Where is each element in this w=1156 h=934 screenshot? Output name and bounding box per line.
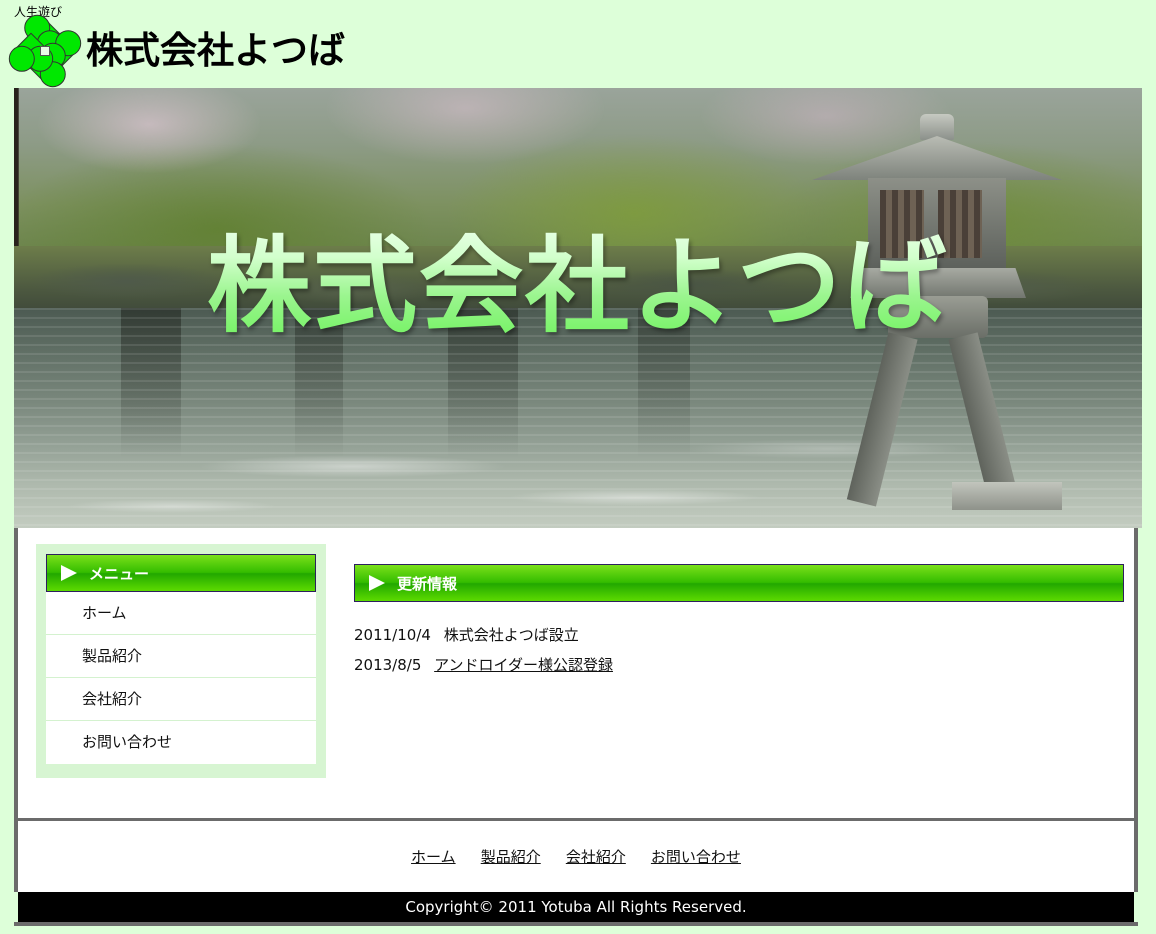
footer-nav: ホーム 製品紹介 会社紹介 お問い合わせ xyxy=(401,846,751,867)
site-header: 人生遊び 株式会社よつば xyxy=(0,0,1156,88)
footer-bottom-border xyxy=(14,922,1138,926)
news-item: 2011/10/4 株式会社よつば設立 xyxy=(354,620,1124,650)
news-section: 更新情報 2011/10/4 株式会社よつば設立 2013/8/5 アンドロイダ… xyxy=(354,564,1124,680)
play-arrow-icon xyxy=(369,575,385,591)
lantern-leg-left xyxy=(847,332,918,506)
footer-link-contact[interactable]: お問い合わせ xyxy=(651,848,741,866)
hero-title: 株式会社よつば xyxy=(14,226,1142,346)
footer-link-home[interactable]: ホーム xyxy=(411,848,456,866)
four-leaf-clover-icon xyxy=(14,22,76,80)
news-date: 2011/10/4 xyxy=(354,626,431,644)
news-heading-label: 更新情報 xyxy=(397,573,457,594)
sidebar-heading-label: メニュー xyxy=(89,563,149,584)
sidebar-item-list: ホーム 製品紹介 会社紹介 お問い合わせ xyxy=(46,592,316,764)
news-text: 株式会社よつば設立 xyxy=(444,626,579,644)
lantern-roof xyxy=(812,136,1062,180)
news-date: 2013/8/5 xyxy=(354,656,421,674)
lantern-base-stone xyxy=(952,482,1062,510)
hero-banner: 株式会社よつば xyxy=(14,88,1142,528)
clover-core xyxy=(40,46,50,56)
brand[interactable]: 株式会社よつば xyxy=(14,22,345,80)
sidebar-item-products[interactable]: 製品紹介 xyxy=(46,635,316,678)
news-item: 2013/8/5 アンドロイダー様公認登録 xyxy=(354,650,1124,680)
sidebar-heading: メニュー xyxy=(46,554,316,592)
news-heading: 更新情報 xyxy=(354,564,1124,602)
main-content: メニュー ホーム 製品紹介 会社紹介 お問い合わせ 更新情報 2011/10/4… xyxy=(14,528,1138,818)
news-list: 2011/10/4 株式会社よつば設立 2013/8/5 アンドロイダー様公認登… xyxy=(354,620,1124,680)
lantern-leg-right xyxy=(948,332,1019,506)
news-link[interactable]: アンドロイダー様公認登録 xyxy=(434,656,613,674)
footer-link-company[interactable]: 会社紹介 xyxy=(566,848,626,866)
sidebar-menu: メニュー ホーム 製品紹介 会社紹介 お問い合わせ xyxy=(36,544,326,778)
sidebar-item-contact[interactable]: お問い合わせ xyxy=(46,721,316,764)
play-arrow-icon xyxy=(61,565,77,581)
footer: ホーム 製品紹介 会社紹介 お問い合わせ xyxy=(14,818,1138,892)
company-name: 株式会社よつば xyxy=(86,29,345,73)
copyright-bar: Copyright© 2011 Yotuba All Rights Reserv… xyxy=(18,892,1134,922)
footer-link-products[interactable]: 製品紹介 xyxy=(481,848,541,866)
sidebar-item-home[interactable]: ホーム xyxy=(46,592,316,635)
sidebar-item-company[interactable]: 会社紹介 xyxy=(46,678,316,721)
